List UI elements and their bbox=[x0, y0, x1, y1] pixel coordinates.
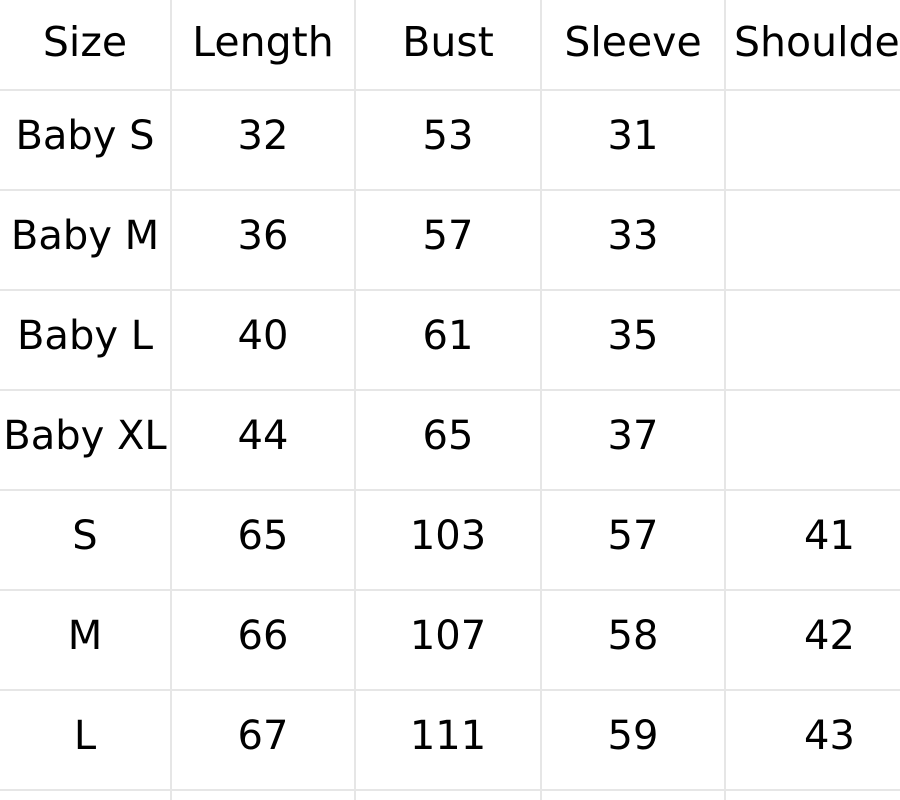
cell-shoulder bbox=[725, 390, 900, 491]
cell-bust: 103 bbox=[355, 490, 542, 591]
table-row: S 65 103 57 41 bbox=[0, 490, 900, 591]
cell-sleeve: 58 bbox=[541, 590, 726, 691]
column-header-sleeve: Sleeve bbox=[541, 0, 726, 91]
cell-bust: 57 bbox=[355, 190, 542, 291]
cell-shoulder: 42 bbox=[725, 590, 900, 691]
table-body: Baby S 32 53 31 Baby M 36 57 33 Baby L 4… bbox=[0, 90, 900, 800]
header-row: Size Length Bust Sleeve Shoulder bbox=[0, 0, 900, 91]
cell-bust: 61 bbox=[355, 290, 542, 391]
table-row: Baby M 36 57 33 bbox=[0, 190, 900, 291]
cell-shoulder bbox=[725, 90, 900, 191]
cell-length: 67 bbox=[171, 690, 356, 791]
size-chart-table: Size Length Bust Sleeve Shoulder Baby S … bbox=[0, 0, 900, 800]
cell-shoulder: 44 bbox=[725, 790, 900, 800]
cell-length: 44 bbox=[171, 390, 356, 491]
table-row: L 67 111 59 43 bbox=[0, 690, 900, 791]
cell-bust: 107 bbox=[355, 590, 542, 691]
size-chart-table-container: Size Length Bust Sleeve Shoulder Baby S … bbox=[0, 0, 900, 800]
cell-length: 66 bbox=[171, 590, 356, 691]
cell-sleeve: 35 bbox=[541, 290, 726, 391]
cell-sleeve: 57 bbox=[541, 490, 726, 591]
cell-shoulder: 41 bbox=[725, 490, 900, 591]
cell-sleeve: 37 bbox=[541, 390, 726, 491]
cell-bust: 111 bbox=[355, 690, 542, 791]
column-header-bust: Bust bbox=[355, 0, 542, 91]
cell-length: 32 bbox=[171, 90, 356, 191]
cell-length: 65 bbox=[171, 490, 356, 591]
table-row: Baby S 32 53 31 bbox=[0, 90, 900, 191]
table-row: Baby L 40 61 35 bbox=[0, 290, 900, 391]
cell-sleeve: 31 bbox=[541, 90, 726, 191]
cell-bust: 115 bbox=[355, 790, 542, 800]
cell-bust: 65 bbox=[355, 390, 542, 491]
cell-length: 40 bbox=[171, 290, 356, 391]
table-row: XL 68 115 60 44 bbox=[0, 790, 900, 800]
table-row: M 66 107 58 42 bbox=[0, 590, 900, 691]
cell-shoulder bbox=[725, 190, 900, 291]
table-header: Size Length Bust Sleeve Shoulder bbox=[0, 0, 900, 91]
column-header-shoulder: Shoulder bbox=[725, 0, 900, 91]
cell-shoulder bbox=[725, 290, 900, 391]
cell-size: Baby S bbox=[0, 90, 172, 191]
cell-shoulder: 43 bbox=[725, 690, 900, 791]
cell-sleeve: 33 bbox=[541, 190, 726, 291]
cell-sleeve: 59 bbox=[541, 690, 726, 791]
column-header-length: Length bbox=[171, 0, 356, 91]
cell-size: Baby L bbox=[0, 290, 172, 391]
cell-size: M bbox=[0, 590, 172, 691]
cell-size: S bbox=[0, 490, 172, 591]
table-row: Baby XL 44 65 37 bbox=[0, 390, 900, 491]
cell-sleeve: 60 bbox=[541, 790, 726, 800]
cell-bust: 53 bbox=[355, 90, 542, 191]
cell-size: Baby XL bbox=[0, 390, 172, 491]
cell-size: Baby M bbox=[0, 190, 172, 291]
cell-length: 68 bbox=[171, 790, 356, 800]
cell-size: XL bbox=[0, 790, 172, 800]
cell-length: 36 bbox=[171, 190, 356, 291]
column-header-size: Size bbox=[0, 0, 172, 91]
cell-size: L bbox=[0, 690, 172, 791]
